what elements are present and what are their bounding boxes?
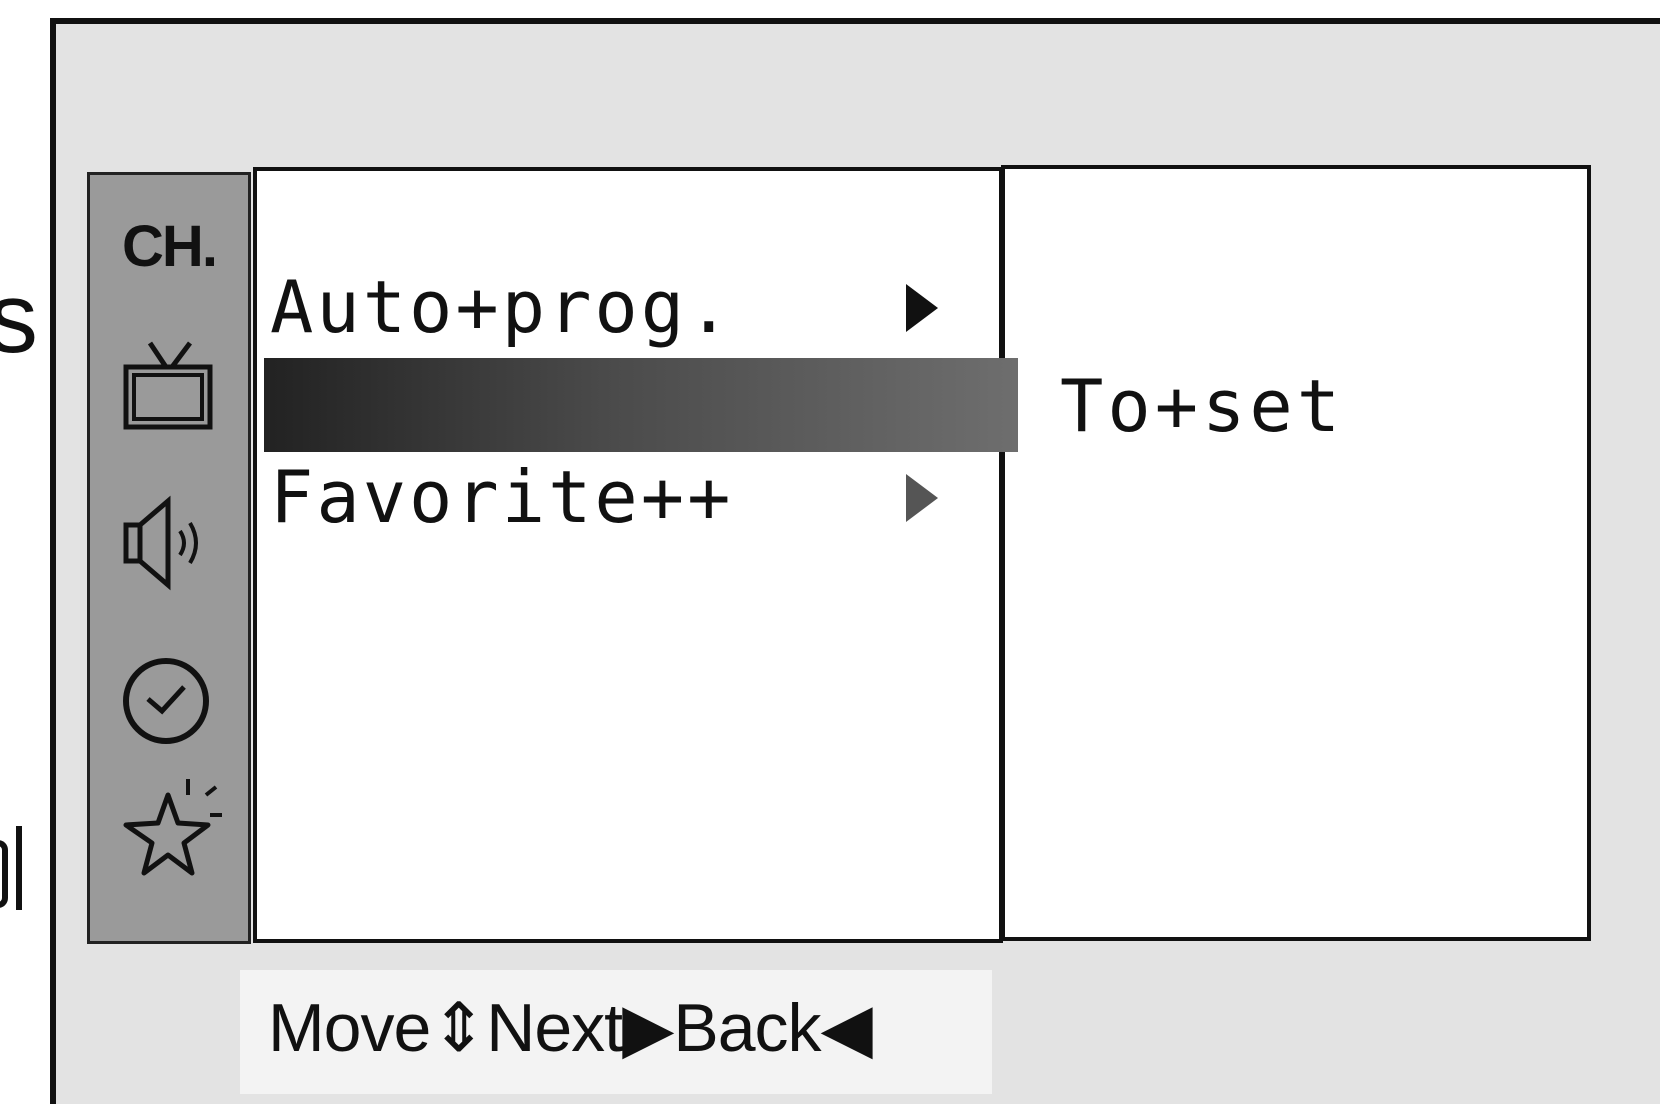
submenu-panel [1001, 165, 1591, 941]
menu-item-autoprog[interactable]: Auto+prog. [270, 262, 970, 352]
menu-sidebar: CH. [87, 172, 251, 944]
menu-item-selected[interactable] [264, 358, 1018, 452]
edge-text-fragment: s [0, 262, 38, 374]
tv-icon[interactable] [120, 333, 216, 433]
star-icon[interactable] [118, 775, 228, 885]
chevron-right-icon [906, 284, 938, 332]
speaker-icon[interactable] [120, 493, 220, 593]
menu-item-label: Auto+prog. [270, 265, 734, 349]
menu-item-label: Favorite++ [270, 455, 734, 539]
sidebar-title-ch[interactable]: CH. [90, 213, 248, 280]
clock-icon[interactable] [120, 653, 216, 749]
edge-glyph-fragment [0, 826, 22, 910]
help-text: Move⇕Next▶Back◀ [268, 990, 873, 1066]
menu-item-favorite[interactable]: Favorite++ [270, 452, 970, 542]
submenu-option[interactable]: To+set [1060, 358, 1344, 454]
chevron-right-icon [906, 474, 938, 522]
